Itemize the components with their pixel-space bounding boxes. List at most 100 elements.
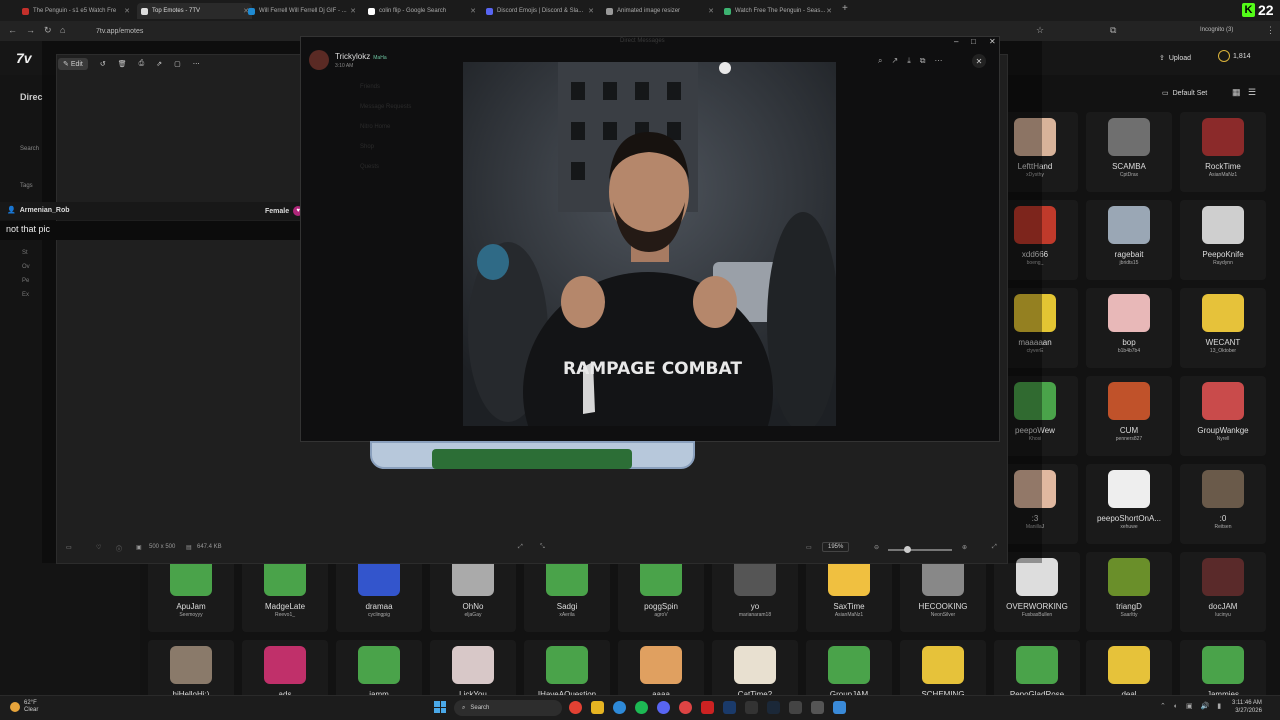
emote-author[interactable]: agroV (618, 612, 704, 618)
rotate-icon[interactable]: ↺ (100, 60, 106, 68)
browser-tab[interactable]: colin flip - Google Search ✕ (364, 3, 479, 19)
emote-card[interactable]: peepoShortOnA... xehuwe (1086, 464, 1172, 544)
layout-toggle[interactable]: ▦ ☰ (1232, 87, 1256, 98)
emote-card[interactable]: ragebait jbridts15 (1086, 200, 1172, 280)
7tv-logo[interactable]: 7v (16, 50, 32, 66)
app-icon[interactable] (789, 701, 802, 714)
forward-icon[interactable]: → (26, 25, 35, 35)
zoom-out-icon[interactable]: ⊖ (874, 544, 879, 551)
browser-tab[interactable]: Will Ferrell Will Ferrell Dj GIF - ... ✕ (244, 3, 359, 19)
emote-author[interactable]: Nyrell (1180, 436, 1266, 442)
emote-author[interactable]: jbridts15 (1086, 260, 1172, 266)
emote-card[interactable]: PeepoKnife Raydynn (1180, 200, 1266, 280)
emote-card[interactable]: Sadgi xAerila (524, 552, 610, 632)
emote-card[interactable]: docJAM lucinyu (1180, 552, 1266, 632)
tab-close-icon[interactable]: ✕ (588, 7, 594, 15)
emote-author[interactable]: cyclingpig (336, 612, 422, 618)
emote-card[interactable]: SCAMBA CptDrax (1086, 112, 1172, 192)
emote-author[interactable]: FusbasBullen (994, 612, 1080, 618)
app-icon[interactable] (679, 701, 692, 714)
emote-card[interactable]: yo marianaram18 (712, 552, 798, 632)
emote-card[interactable]: SaxTime AsianMaNz1 (806, 552, 892, 632)
close-icon[interactable]: ✕ (972, 54, 986, 68)
emote-card[interactable]: OhNo eljaGay (430, 552, 516, 632)
emote-card[interactable]: triangD Saarltty (1086, 552, 1172, 632)
emote-author[interactable]: AsianMaNz1 (1180, 172, 1266, 178)
filter-option[interactable]: Ov (22, 264, 30, 270)
zoom-slider-thumb[interactable] (904, 546, 911, 553)
user-name[interactable]: 👤 Armenian_Rob (7, 206, 70, 215)
emote-author[interactable]: CptDrax (1086, 172, 1172, 178)
actual-size-icon[interactable]: ⤡ (540, 544, 545, 551)
info-icon[interactable]: ⓘ (116, 544, 122, 553)
grid-icon[interactable]: ▦ (1232, 87, 1241, 97)
poster-avatar[interactable] (309, 50, 329, 70)
upload-button[interactable]: ⇪ Upload (1154, 50, 1196, 66)
discord-icon[interactable] (657, 701, 670, 714)
reload-icon[interactable]: ↻ (44, 25, 52, 36)
minimize-icon[interactable]: – (954, 37, 958, 46)
tab-close-icon[interactable]: ✕ (708, 7, 714, 15)
chrome-icon[interactable] (569, 701, 582, 714)
photoshop-icon[interactable] (723, 701, 736, 714)
emote-card[interactable]: bop b1b4b7b4 (1086, 288, 1172, 368)
print-icon[interactable]: ⎙ (139, 60, 145, 68)
posted-photo[interactable]: RAMPAGE COMBAT (463, 62, 836, 426)
share-icon[interactable]: ⇗ (156, 60, 162, 68)
expand-icon[interactable]: ⤢ (992, 544, 997, 551)
tab-close-icon[interactable]: ✕ (124, 7, 130, 15)
zoom-in-icon[interactable]: ⊕ (962, 544, 967, 551)
discord-sidebar-item[interactable]: Nitro Home (360, 124, 390, 130)
emote-author[interactable]: 13_Oktober (1180, 348, 1266, 354)
default-set-button[interactable]: ▭ Default Set (1162, 86, 1207, 100)
emote-card[interactable]: RockTime AsianMaNz1 (1180, 112, 1266, 192)
list-icon[interactable]: ☰ (1248, 87, 1256, 97)
discord-sidebar-item[interactable]: Shop (360, 144, 374, 150)
filter-option[interactable]: Pe (22, 278, 29, 284)
fullscreen-frame-icon[interactable]: ▭ (806, 544, 812, 551)
terminal-icon[interactable] (745, 701, 758, 714)
forward-share-icon[interactable]: ↗ (891, 56, 898, 66)
new-tab-button[interactable]: + (842, 3, 848, 14)
emote-author[interactable]: xAerila (524, 612, 610, 618)
emote-author[interactable]: Reitsen (1180, 524, 1266, 530)
edit-button[interactable]: ✎ Edit (58, 58, 88, 70)
tab-close-icon[interactable]: ✕ (470, 7, 476, 15)
taskbar-search[interactable]: ⌕ Search (454, 700, 562, 716)
maximize-icon[interactable]: □ (971, 37, 976, 46)
kick-extension[interactable]: K 22 (1242, 2, 1274, 18)
emote-author[interactable]: Reevo1_ (242, 612, 328, 618)
emote-card[interactable]: CUM penners827 (1086, 376, 1172, 456)
emote-author[interactable]: b1b4b7b4 (1086, 348, 1172, 354)
emote-card[interactable]: WECANT 13_Oktober (1180, 288, 1266, 368)
emote-author[interactable]: Seemoyyy (148, 612, 234, 618)
open-external-icon[interactable]: ⧉ (920, 56, 926, 66)
browser-tab[interactable]: Top Emotes - 7TV ✕ (137, 3, 252, 19)
emote-author[interactable]: Raydynn (1180, 260, 1266, 266)
emote-author[interactable]: AsianMaNz1 (806, 612, 892, 618)
zoom-select[interactable]: 195% (822, 542, 850, 552)
browser-tab[interactable]: Animated image resizer ✕ (602, 3, 717, 19)
coin-balance[interactable]: 1,814 (1218, 50, 1251, 62)
filmstrip-icon[interactable]: ▭ (66, 544, 72, 551)
discord-sidebar-item[interactable]: Message Requests (360, 104, 411, 110)
emote-card[interactable]: poggSpin agroV (618, 552, 704, 632)
fit-icon[interactable]: ⤢ (518, 544, 523, 551)
discord-sidebar-item[interactable]: Friends (360, 84, 380, 90)
slideshow-icon[interactable]: ▢ (174, 60, 181, 68)
discord-sidebar-item[interactable]: Quests (360, 164, 379, 170)
emote-card[interactable]: :0 Reitsen (1180, 464, 1266, 544)
incognito-indicator[interactable]: Incognito (3) (1200, 27, 1233, 33)
more-icon[interactable]: ⋯ (193, 60, 200, 68)
emote-card[interactable]: GroupWankge Nyrell (1180, 376, 1266, 456)
zoom-icon[interactable]: ⌕ (878, 56, 882, 66)
browser-tab[interactable]: The Penguin - s1 e5 Watch Fre ✕ (18, 3, 133, 19)
emote-author[interactable]: marianaram18 (712, 612, 798, 618)
edge-icon[interactable] (613, 701, 626, 714)
back-icon[interactable]: ← (8, 25, 17, 35)
emote-author[interactable]: eljaGay (430, 612, 516, 618)
taskbar-clock[interactable]: 3:11:46 AM 3/27/2026 (1232, 699, 1262, 715)
home-icon[interactable]: ⌂ (60, 25, 65, 35)
emote-card[interactable]: OVERWORKING FusbasBullen (994, 552, 1080, 632)
menu-icon[interactable]: ⋮ (1266, 25, 1275, 36)
